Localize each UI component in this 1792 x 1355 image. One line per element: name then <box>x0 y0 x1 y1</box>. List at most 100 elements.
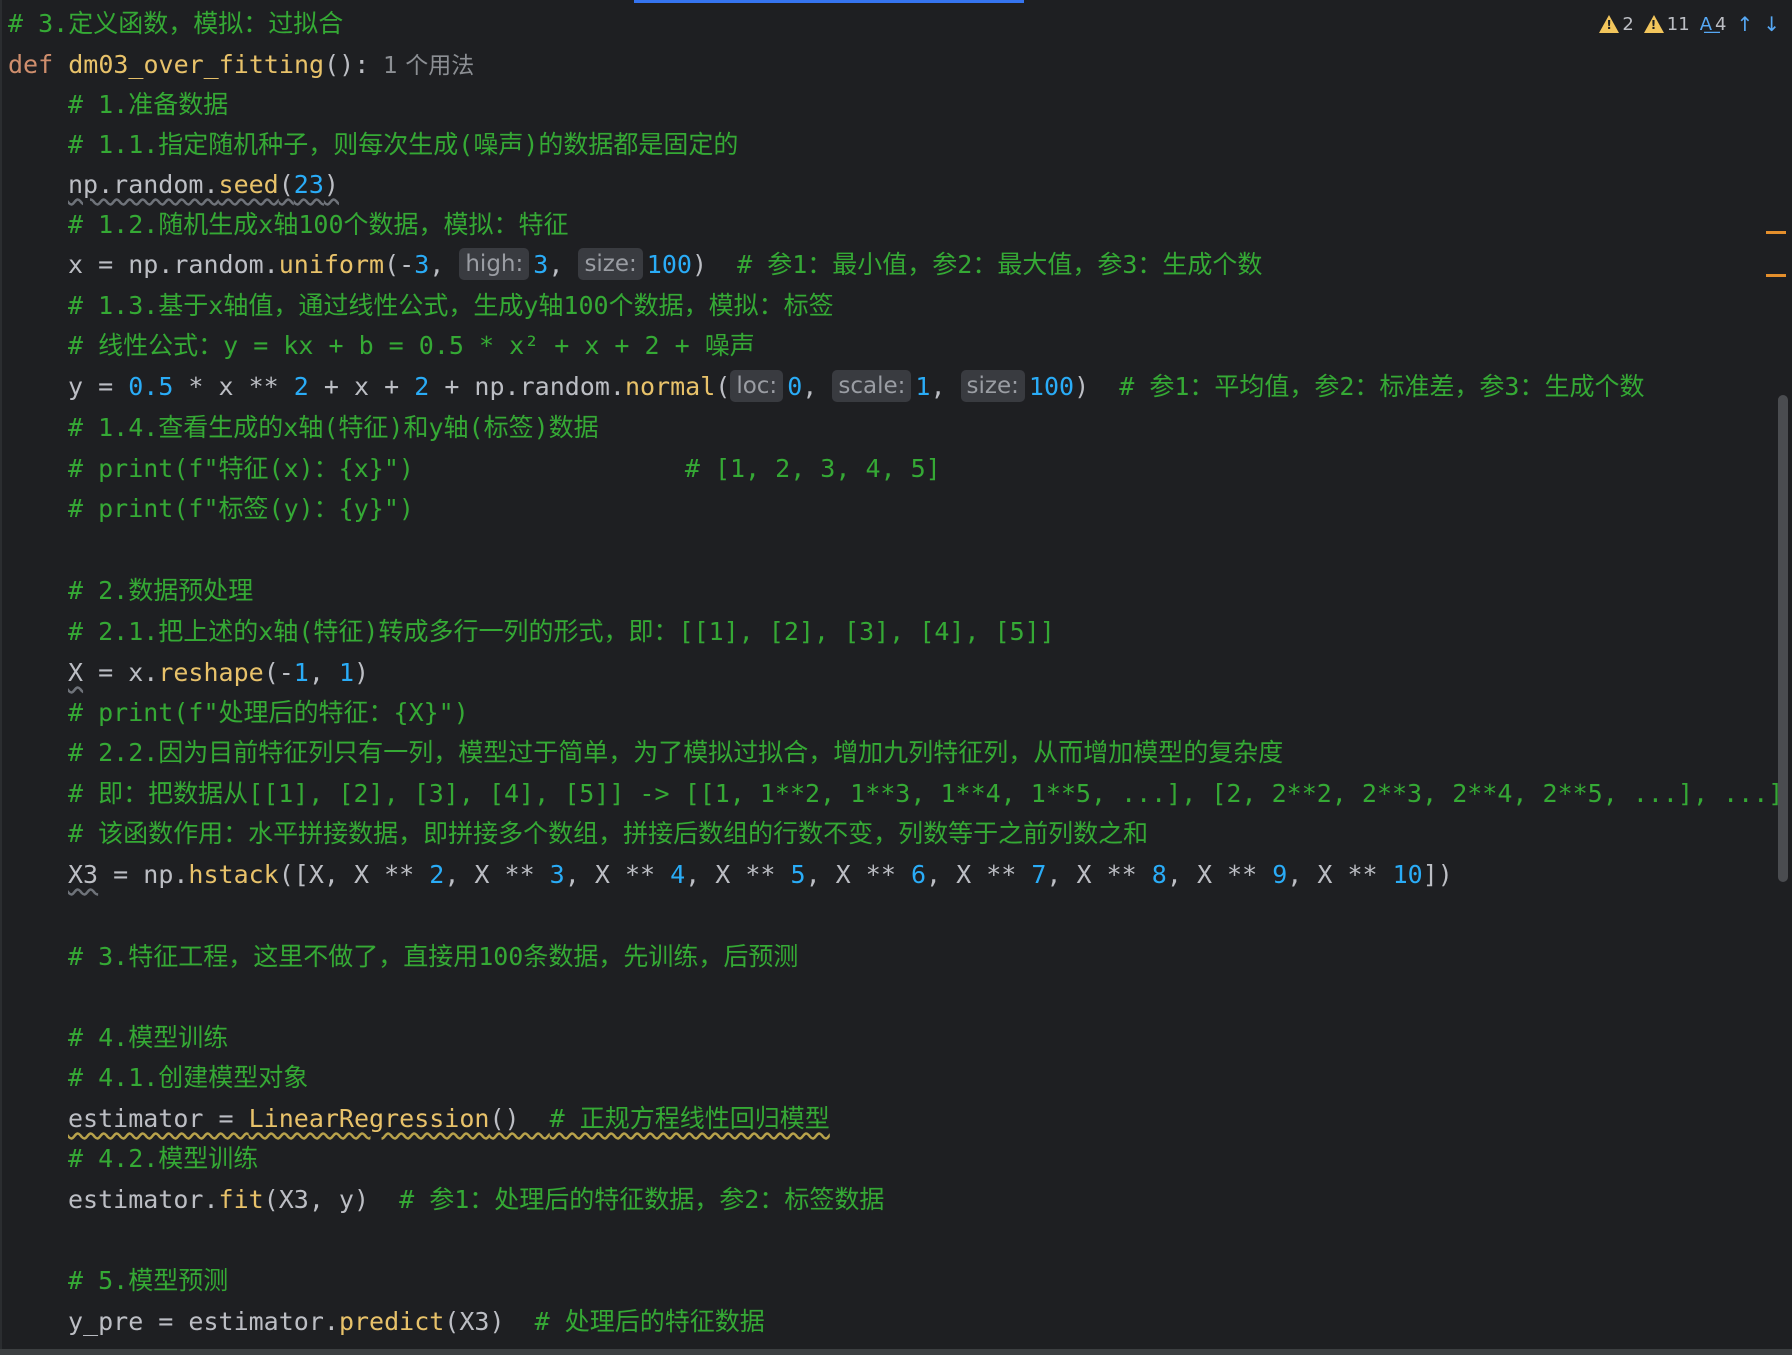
code-text: , X ** <box>926 860 1032 889</box>
number: 23 <box>293 170 324 199</box>
number: 0.5 <box>128 372 174 401</box>
active-tab-indicator <box>634 0 1024 3</box>
number: 8 <box>1151 860 1167 889</box>
number: 2 <box>414 372 430 401</box>
number: 1 <box>338 658 355 687</box>
comment: # 参1：最小值，参2：最大值，参3：生成个数 <box>737 250 1263 279</box>
code-text: (X3, y) <box>263 1185 400 1214</box>
code-line-2[interactable]: def dm03_over_fitting(): 1 个用法 <box>8 45 474 85</box>
number: 7 <box>1031 860 1047 889</box>
code-line-1[interactable]: # 3.定义函数，模拟：过拟合 <box>8 4 343 44</box>
code-text: ) <box>1074 372 1120 401</box>
code-text: * x ** <box>173 372 294 401</box>
code-line-8[interactable]: # 1.3.基于x轴值，通过线性公式，生成y轴100个数据，模拟：标签 <box>68 286 834 326</box>
code-line-4[interactable]: # 1.1.指定随机种子，则每次生成(噪声)的数据都是固定的 <box>68 125 738 165</box>
code-line-5[interactable]: np.random.seed(23) <box>68 165 339 205</box>
code-line-24[interactable]: # 3.特征工程，这里不做了，直接用100条数据，先训练，后预测 <box>68 937 798 977</box>
horizontal-scrollbar[interactable] <box>0 1349 1792 1355</box>
code-line-13[interactable]: # print(f"标签(y)：{y}") <box>68 489 414 529</box>
keyword-def: def <box>8 50 69 79</box>
code-text: y = <box>68 372 129 401</box>
code-text: , <box>930 372 961 401</box>
code-text: + np.random. <box>429 372 625 401</box>
comment: # 4.1.创建模型对象 <box>68 1063 309 1092</box>
comment: # 1.1.指定随机种子，则每次生成(噪声)的数据都是固定的 <box>68 130 739 159</box>
code-text: ( <box>278 170 294 199</box>
comment: # 参1：处理后的特征数据，参2：标签数据 <box>399 1185 885 1214</box>
code-line-9[interactable]: # 线性公式：y = kx + b = 0.5 * x² + x + 2 + 噪… <box>68 326 755 366</box>
number: 5 <box>790 860 806 889</box>
class-name: LinearRegression <box>248 1104 490 1133</box>
code-line-11[interactable]: # 1.4.查看生成的x轴(特征)和y轴(标签)数据 <box>68 408 599 448</box>
comment: # 1.4.查看生成的x轴(特征)和y轴(标签)数据 <box>68 413 599 442</box>
vertical-scrollbar[interactable] <box>1778 395 1788 882</box>
warnings-indicator[interactable]: 11 <box>1643 14 1690 35</box>
param-hint-size: size: <box>960 370 1025 402</box>
number: 1 <box>293 658 309 687</box>
code-line-7[interactable]: x = np.random.uniform(-3, high: 3, size: 1… <box>68 245 1262 285</box>
code-line-15[interactable]: # 2.数据预处理 <box>68 571 253 611</box>
code-line-26[interactable]: # 4.模型训练 <box>68 1018 228 1058</box>
code-line-18[interactable]: # print(f"处理后的特征：{X}") <box>68 693 469 733</box>
code-line-10[interactable]: y = 0.5 * x ** 2 + x + 2 + np.random.nor… <box>68 367 1644 407</box>
code-line-17[interactable]: X = x.reshape(-1, 1) <box>68 653 369 693</box>
method-name: fit <box>218 1185 264 1214</box>
comment: # print(f"标签(y)：{y}") <box>68 494 414 523</box>
code-line-21[interactable]: # 该函数作用：水平拼接数据，即拼接多个数组，拼接后数组的行数不变，列数等于之前… <box>68 814 1148 854</box>
weak-warnings-count: 2 <box>1622 13 1634 35</box>
comment: # 2.数据预处理 <box>68 576 254 605</box>
code-line-16[interactable]: # 2.1.把上述的x轴(特征)转成多行一列的形式，即：[[1], [2], [… <box>68 612 1055 652</box>
method-name: seed <box>218 170 279 199</box>
code-text: , <box>308 658 339 687</box>
number: 3 <box>414 250 430 279</box>
code-line-30[interactable]: estimator.fit(X3, y) # 参1：处理后的特征数据，参2：标签… <box>68 1180 884 1220</box>
comment: # 3.定义函数，模拟：过拟合 <box>8 9 344 38</box>
code-text: estimator. <box>68 1185 219 1214</box>
number: 1 <box>915 372 931 401</box>
code-line-28[interactable]: estimator = LinearRegression() # 正规方程线性回… <box>68 1099 830 1139</box>
seed-call: np.random.seed(23) <box>68 170 339 199</box>
code-text: ) <box>354 658 370 687</box>
code-text: , X ** <box>1166 860 1273 889</box>
code-line-12[interactable]: # print(f"特征(x)：{x}") # [1, 2, 3, 4, 5] <box>68 449 941 489</box>
code-text: y_pre = estimator. <box>68 1307 339 1336</box>
param-hint-scale: scale: <box>832 370 912 402</box>
code-text: = np. <box>98 860 189 889</box>
inspection-widget[interactable]: 2 11 A͟ 4 ↑ ↓ <box>1599 10 1780 38</box>
code-line-32[interactable]: # 5.模型预测 <box>68 1261 228 1301</box>
usages-hint[interactable]: 1 个用法 <box>383 53 474 79</box>
code-line-20[interactable]: # 即：把数据从[[1], [2], [3], [4], [5]] -> [[1… <box>68 774 1783 814</box>
previous-problem-arrow-up-icon[interactable]: ↑ <box>1736 12 1753 36</box>
code-editor[interactable]: 2 11 A͟ 4 ↑ ↓ # 3.定义函数，模拟：过拟合 def dm03_o… <box>0 0 1792 1355</box>
code-line-3[interactable]: # 1.准备数据 <box>68 85 228 125</box>
code-text: ) <box>323 170 339 199</box>
number: 2 <box>429 860 445 889</box>
comment: # 即：把数据从[[1], [2], [3], [4], [5]] -> [[1… <box>68 779 1784 808</box>
warning-stripe-marker[interactable] <box>1766 274 1786 277</box>
comment: # 1.2.随机生成x轴100个数据，模拟：特征 <box>68 210 569 239</box>
code-line-22[interactable]: X3 = np.hstack([X, X ** 2, X ** 3, X ** … <box>68 855 1453 895</box>
code-text: (- <box>263 658 294 687</box>
comment: # 该函数作用：水平拼接数据，即拼接多个数组，拼接后数组的行数不变，列数等于之前… <box>68 819 1149 848</box>
comment: # 2.2.因为目前特征列只有一列，模型过于简单，为了模拟过拟合，增加九列特征列… <box>68 738 1284 767</box>
number: 4 <box>670 860 686 889</box>
code-line-27[interactable]: # 4.1.创建模型对象 <box>68 1058 308 1098</box>
warning-stripe-marker[interactable] <box>1766 231 1786 234</box>
code-text: , X ** <box>564 860 671 889</box>
comment: # 4.模型训练 <box>68 1023 229 1052</box>
warning-icon <box>1643 15 1664 33</box>
weak-warnings-indicator[interactable]: 2 <box>1599 13 1634 35</box>
code-text: , X ** <box>805 860 911 889</box>
code-line-19[interactable]: # 2.2.因为目前特征列只有一列，模型过于简单，为了模拟过拟合，增加九列特征列… <box>68 733 1283 773</box>
number: 3 <box>533 250 549 279</box>
code-line-6[interactable]: # 1.2.随机生成x轴100个数据，模拟：特征 <box>68 205 569 245</box>
typos-indicator[interactable]: A͟ 4 <box>1700 14 1727 35</box>
code-text: , <box>548 250 579 279</box>
code-line-29[interactable]: # 4.2.模型训练 <box>68 1139 258 1179</box>
next-problem-arrow-down-icon[interactable]: ↓ <box>1763 12 1780 36</box>
code-text: , <box>429 250 460 279</box>
comment: # 1.3.基于x轴值，通过线性公式，生成y轴100个数据，模拟：标签 <box>68 291 834 320</box>
comment: # 2.1.把上述的x轴(特征)转成多行一列的形式，即：[[1], [2], [… <box>68 617 1055 646</box>
gutter-edge <box>0 0 2 1355</box>
code-line-33[interactable]: y_pre = estimator.predict(X3) # 处理后的特征数据 <box>68 1302 765 1342</box>
